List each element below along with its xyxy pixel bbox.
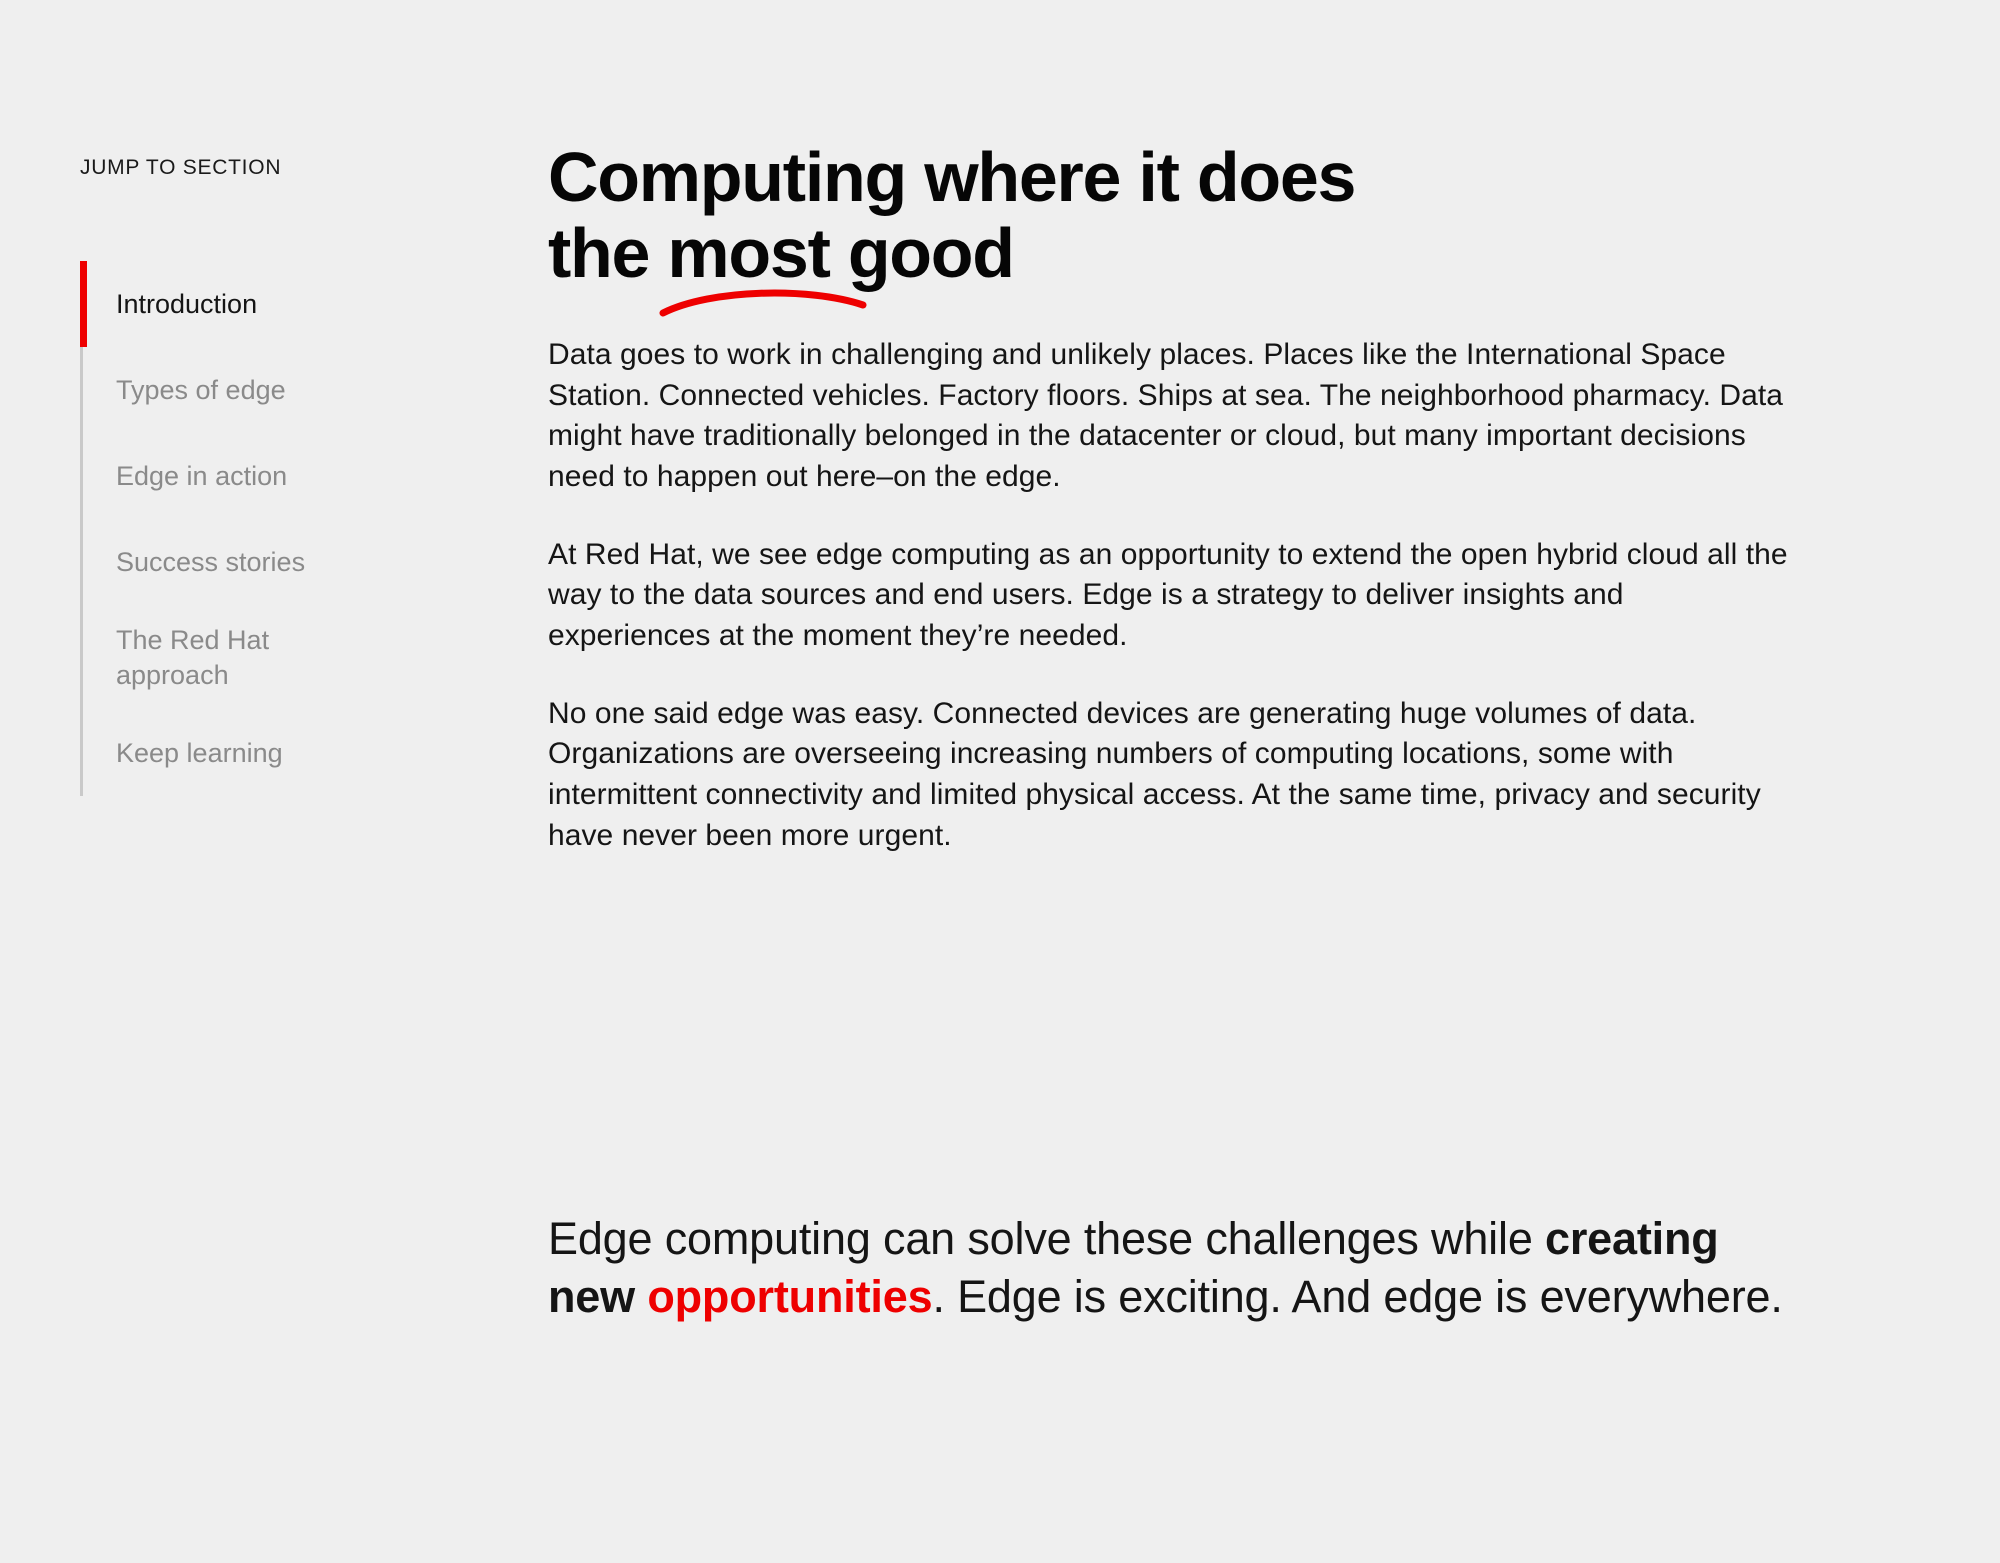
sidebar-item-introduction[interactable]: Introduction <box>80 261 400 347</box>
sidebar-item-label: Success stories <box>116 546 306 577</box>
sidebar-item-label-line1: The Red Hat <box>116 624 270 655</box>
sidebar-item-label-wrap: The Red Hat approach <box>116 623 269 692</box>
sidebar-item-label-line2: approach <box>116 659 229 690</box>
body-copy: Data goes to work in challenging and unl… <box>548 335 1793 856</box>
pull-quote-part-1: Edge computing can solve these challenge… <box>548 1213 1545 1264</box>
pull-quote-accent: opportunities <box>647 1270 933 1322</box>
sidebar-item-success-stories[interactable]: Success stories <box>83 519 400 605</box>
headline-emphasis-word: most <box>659 213 867 317</box>
headline-emphasis-text: most <box>667 213 830 292</box>
article-content: Computing where it does the most good Da… <box>548 138 1798 856</box>
pull-quote-part-2: . Edge is exciting. And edge is everywhe… <box>932 1270 1783 1322</box>
jump-to-section-label: JUMP TO SECTION <box>80 156 282 179</box>
page-title: Computing where it does the most good <box>548 138 1548 317</box>
headline-line-1: Computing where it does <box>548 138 1356 216</box>
sidebar-item-keep-learning[interactable]: Keep learning <box>83 710 400 796</box>
jump-to-section-nav: JUMP TO SECTION Introduction Types of ed… <box>80 155 400 796</box>
headline-line-2-before: the <box>548 213 668 292</box>
paragraph-1: Data goes to work in challenging and unl… <box>548 338 1783 494</box>
section-nav-list: Introduction Types of edge Edge in actio… <box>80 261 400 796</box>
pull-quote: Edge computing can solve these challenge… <box>548 1210 1808 1325</box>
sidebar-item-label: Introduction <box>116 288 258 319</box>
paragraph-2: At Red Hat, we see edge computing as an … <box>548 537 1788 653</box>
sidebar-item-the-red-hat-approach[interactable]: The Red Hat approach <box>83 605 400 710</box>
headline-line-2-after: good <box>829 213 1015 292</box>
sidebar-item-label: Keep learning <box>116 737 283 768</box>
sidebar-item-types-of-edge[interactable]: Types of edge <box>83 347 400 433</box>
sidebar-item-label: Types of edge <box>116 374 286 405</box>
paragraph-3: No one said edge was easy. Connected dev… <box>548 696 1761 852</box>
page-root: JUMP TO SECTION Introduction Types of ed… <box>0 0 2000 1563</box>
sidebar-item-edge-in-action[interactable]: Edge in action <box>83 433 400 519</box>
sidebar-item-label: Edge in action <box>116 460 288 491</box>
